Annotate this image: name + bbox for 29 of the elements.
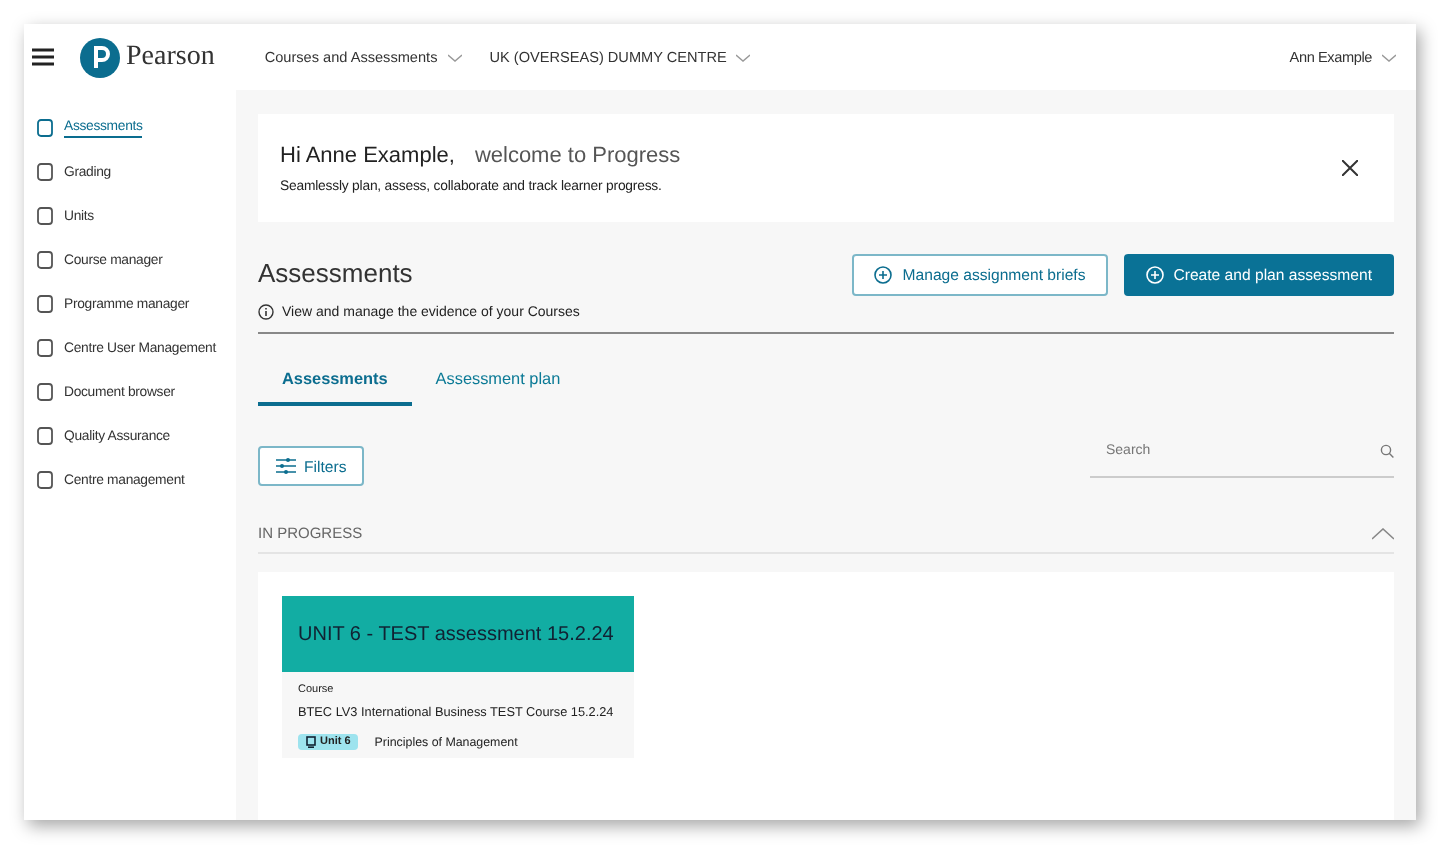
info-icon	[258, 304, 274, 320]
caret-icon	[447, 54, 462, 63]
tab[interactable]: Assessments	[258, 356, 412, 406]
page-icon	[36, 426, 54, 446]
greeting-text: Hi Anne Example,	[280, 143, 455, 167]
caret-icon	[1382, 54, 1396, 63]
plus-circle-icon	[1145, 266, 1164, 284]
page-icon	[36, 294, 54, 314]
welcome-text: welcome to Progress	[474, 143, 681, 167]
page-icon	[36, 338, 54, 358]
device-icon	[306, 736, 316, 748]
chevron-icon[interactable]	[1372, 527, 1394, 539]
search-icon[interactable]	[1380, 444, 1394, 458]
caret-icon	[736, 54, 751, 63]
card-title: UNIT 6 - TEST assessment 15.2.24	[282, 596, 634, 672]
page-icon	[36, 250, 54, 270]
menu-icon[interactable]	[32, 48, 54, 66]
page-icon	[36, 382, 54, 402]
page-title: Assessments	[258, 258, 415, 288]
page-icon	[36, 118, 54, 138]
sliders-icon	[276, 458, 296, 474]
page-icon	[36, 162, 54, 182]
page-icon	[36, 470, 54, 490]
logo-text: Pearson	[126, 41, 215, 73]
close-icon[interactable]	[1342, 160, 1358, 176]
tab[interactable]: Assessment plan	[411, 356, 585, 406]
page-icon	[36, 206, 54, 226]
logo-icon	[80, 37, 120, 77]
plus-circle-icon	[874, 266, 893, 284]
